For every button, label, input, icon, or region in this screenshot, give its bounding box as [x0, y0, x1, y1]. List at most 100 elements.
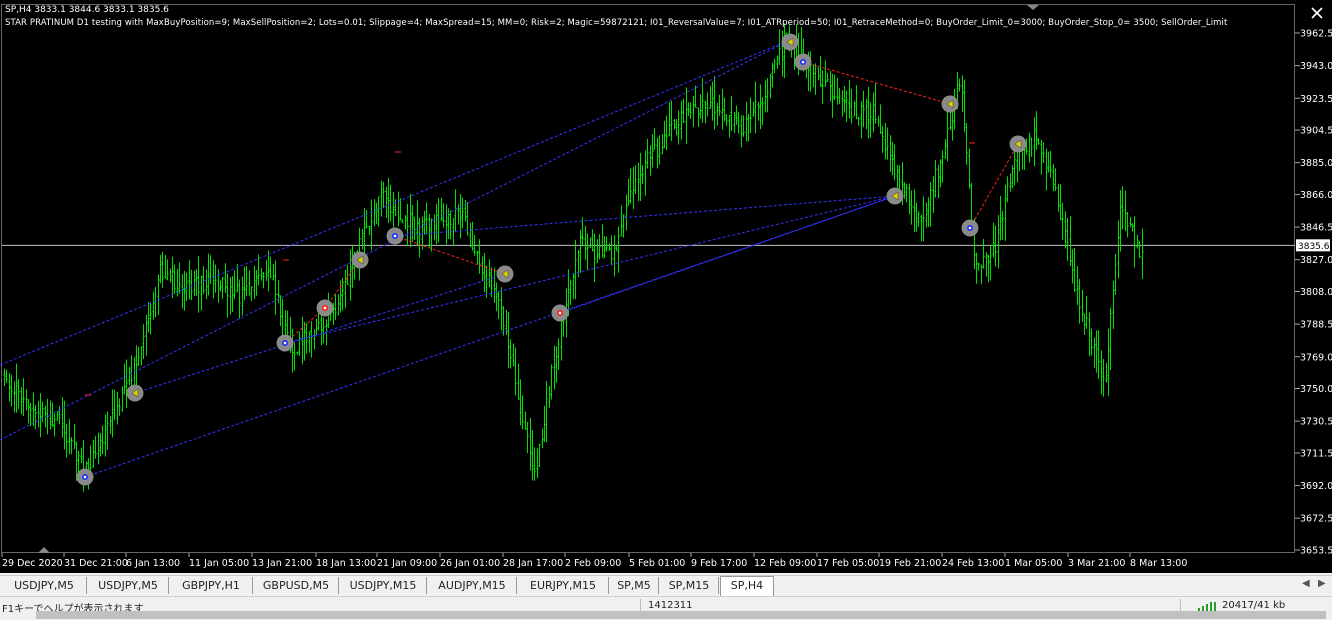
price-bar — [769, 73, 772, 99]
price-bar — [941, 150, 944, 183]
price-bar — [757, 102, 760, 121]
chart-tab[interactable]: USDJPY,M15 — [340, 577, 427, 594]
time-tick-label: 13 Jan 21:00 — [252, 558, 312, 569]
price-bar — [1069, 216, 1072, 267]
price-bar — [725, 114, 728, 126]
price-bar — [97, 432, 100, 465]
close-icon[interactable] — [1310, 6, 1324, 20]
price-bar — [723, 97, 726, 122]
chart-tab[interactable]: EURJPY,M15 — [518, 577, 609, 594]
chart-tab[interactable]: GBPJPY,H1 — [170, 577, 253, 594]
chart-tab[interactable]: GBPUSD,M5 — [254, 577, 339, 594]
price-bar — [296, 351, 299, 355]
price-bar — [992, 222, 995, 258]
price-bar — [999, 196, 1002, 241]
price-bar — [752, 101, 755, 117]
chart-tab[interactable]: USDJPY,M5 — [88, 577, 169, 594]
price-bar — [1131, 223, 1134, 232]
price-bar — [313, 329, 316, 350]
price-tick-label: 3769.0 — [1300, 352, 1332, 363]
price-bar — [889, 135, 892, 172]
price-bar — [197, 255, 200, 313]
price-bar — [946, 109, 949, 162]
time-tick-label: 6 Jan 13:00 — [126, 558, 180, 569]
tab-scroll-left-icon[interactable]: ◀ — [1302, 578, 1310, 589]
price-bar — [987, 254, 990, 283]
price-bar — [524, 411, 527, 430]
trend-line — [134, 273, 506, 394]
chart-tab[interactable]: SP,M15 — [660, 577, 719, 594]
price-bar — [1112, 280, 1115, 330]
price-bar — [531, 430, 534, 481]
chart-tab[interactable]: USDJPY,M5 — [2, 577, 87, 594]
price-bar — [1001, 210, 1004, 240]
price-bar — [205, 269, 208, 300]
price-bar — [190, 269, 193, 301]
price-bar — [459, 193, 462, 239]
price-bar — [553, 345, 556, 390]
price-bar — [1093, 337, 1096, 368]
price-bar — [737, 111, 740, 134]
price-bar — [238, 279, 241, 319]
price-bar — [471, 221, 474, 251]
horizontal-scrollbar[interactable] — [36, 611, 1326, 619]
price-bar — [910, 190, 913, 225]
price-bar — [819, 56, 822, 88]
time-tick-label: 5 Feb 01:00 — [629, 558, 685, 569]
price-bar — [73, 424, 76, 450]
chart-tab[interactable]: SP,H4 — [720, 576, 774, 596]
price-bar — [517, 363, 520, 400]
price-bar — [135, 345, 138, 387]
price-tick-label: 3653.5 — [1300, 546, 1332, 557]
price-bar — [908, 183, 911, 215]
chart-tab[interactable]: SP,M5 — [610, 577, 659, 594]
price-tick-label: 3962.5 — [1300, 29, 1332, 40]
price-bar — [274, 260, 277, 315]
price-bar — [711, 81, 714, 121]
price-bar — [310, 321, 313, 358]
price-bar — [649, 145, 652, 176]
price-bar — [241, 276, 244, 316]
price-bar — [128, 366, 131, 385]
price-bar — [65, 423, 68, 458]
price-bar — [958, 78, 961, 92]
chart-tab[interactable]: AUDJPY,M15 — [428, 577, 517, 594]
chart-canvas[interactable]: 3962.5 3943.0 3923.5 3904.5 3885.0 3866.0 3846… — [0, 0, 1332, 573]
price-bar — [670, 100, 673, 141]
price-bar — [171, 256, 174, 298]
price-bar — [1081, 289, 1084, 322]
price-bar — [761, 97, 764, 126]
price-chart[interactable]: 3962.5 3943.0 3923.5 3904.5 3885.0 3866.0 3846… — [0, 0, 1332, 573]
price-bar — [821, 70, 824, 104]
price-bar — [265, 259, 268, 282]
price-bar — [905, 183, 908, 203]
price-bar — [70, 437, 73, 455]
price-bar — [718, 94, 721, 116]
price-bar — [454, 189, 457, 233]
price-bar — [872, 92, 875, 133]
time-tick-label: 26 Jan 01:00 — [440, 558, 500, 569]
price-bar — [728, 115, 731, 138]
price-bar — [207, 253, 210, 296]
price-bar — [262, 271, 265, 289]
price-bar — [51, 402, 54, 427]
price-bar — [920, 214, 923, 242]
time-tick-label: 28 Jan 17:00 — [503, 558, 563, 569]
price-bar — [838, 87, 841, 105]
price-bar — [433, 214, 436, 241]
price-bar — [826, 72, 829, 82]
price-bar — [99, 433, 102, 457]
price-bar — [601, 224, 604, 258]
price-bar — [694, 85, 697, 108]
price-bar — [1078, 278, 1081, 324]
price-bar — [1030, 137, 1033, 157]
price-bar — [541, 428, 544, 449]
price-bar — [437, 198, 440, 243]
price-bar — [413, 216, 416, 241]
price-tick-label: 3750.0 — [1300, 384, 1332, 395]
tab-scroll-right-icon[interactable]: ▶ — [1318, 578, 1326, 589]
price-bar — [406, 203, 409, 246]
price-bar — [1076, 266, 1079, 306]
price-tick-label: 3846.5 — [1300, 223, 1332, 234]
price-bar — [118, 398, 121, 416]
